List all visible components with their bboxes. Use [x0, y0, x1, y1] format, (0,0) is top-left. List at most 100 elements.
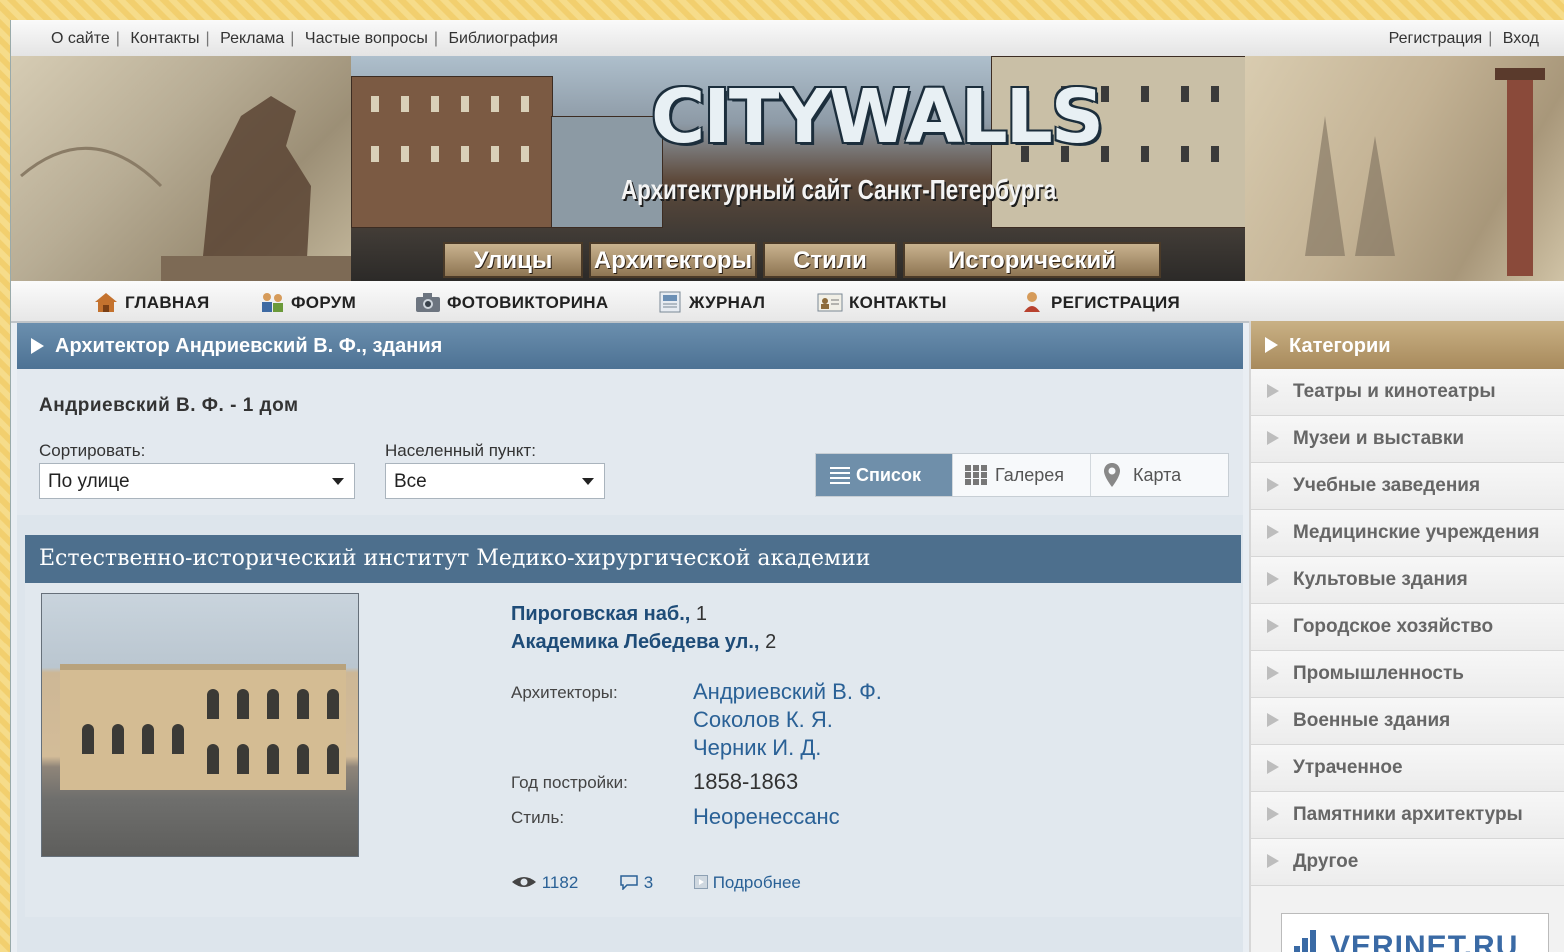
view-tab-map-label: Карта	[1133, 465, 1182, 485]
category-industry[interactable]: Промышленность	[1251, 651, 1564, 698]
building-title-bar: Естественно-исторический институт Медико…	[25, 535, 1241, 583]
categories-header: Категории	[1251, 321, 1564, 369]
browser-page: О сайте | Контакты | Реклама | Частые вопро…	[10, 20, 1564, 952]
nav-photo-quiz-label: ФОТОВИКТОРИНА	[447, 293, 609, 312]
link-register[interactable]: Регистрация	[1389, 30, 1483, 47]
nav-contacts-label: КОНТАКТЫ	[849, 293, 947, 312]
sort-select[interactable]: По улице	[39, 463, 355, 499]
person-icon	[1019, 291, 1045, 313]
link-bibliography[interactable]: Библиография	[448, 30, 557, 47]
category-municipal[interactable]: Городское хозяйство	[1251, 604, 1564, 651]
views-count: 1182	[541, 873, 579, 892]
site-banner: CITYWALLS Архитектурный сайт Санкт-Петер…	[11, 56, 1564, 281]
address-street-2: Академика Лебедева ул.,	[511, 631, 760, 653]
sort-label: Сортировать:	[39, 441, 146, 460]
main-content: Архитектор Андриевский В. Ф., здания Анд…	[17, 323, 1243, 952]
view-tab-map[interactable]: Карта	[1090, 454, 1228, 496]
triangle-right-icon	[1267, 384, 1279, 398]
home-icon	[93, 291, 119, 313]
verinet-banner-text: VERINET.RU	[1330, 930, 1519, 952]
categories-title: Категории	[1289, 335, 1391, 357]
architect-link-2[interactable]: Соколов К. Я.	[693, 707, 833, 733]
category-lost[interactable]: Утраченное	[1251, 745, 1564, 792]
nav-forum[interactable]: ФОРУМ	[259, 291, 356, 313]
triangle-right-icon	[1267, 478, 1279, 492]
category-other[interactable]: Другое	[1251, 839, 1564, 886]
journal-icon	[657, 291, 683, 313]
address-link-2[interactable]: Академика Лебедева ул., 2	[511, 631, 776, 654]
nav-forum-label: ФОРУМ	[291, 293, 357, 312]
category-religious[interactable]: Культовые здания	[1251, 557, 1564, 604]
category-label: Городское хозяйство	[1293, 616, 1494, 637]
category-label: Культовые здания	[1293, 569, 1468, 590]
triangle-right-icon	[31, 338, 44, 354]
more-link[interactable]: Подробнее	[693, 873, 819, 892]
nav-journal[interactable]: ЖУРНАЛ	[657, 291, 765, 313]
architect-link-1[interactable]: Андриевский В. Ф.	[693, 679, 882, 705]
style-label: Стиль:	[511, 808, 565, 827]
view-tab-list[interactable]: Список	[816, 454, 952, 496]
locality-select[interactable]: Все	[385, 463, 605, 499]
view-tab-list-label: Список	[856, 465, 921, 485]
building-meta: 1182 3 Подробнее	[511, 873, 837, 893]
category-theatres[interactable]: Театры и кинотеатры	[1251, 369, 1564, 416]
nav-home[interactable]: ГЛАВНАЯ	[93, 291, 210, 313]
page-title: Архитектор Андриевский В. Ф., здания	[55, 335, 443, 357]
views-stat: 1182	[511, 873, 601, 892]
categories-sidebar: Категории Театры и кинотеатры Музеи и вы…	[1249, 321, 1564, 952]
category-label: Военные здания	[1293, 710, 1451, 731]
filters-panel: Андриевский В. Ф. - 1 дом Сортировать: П…	[17, 369, 1243, 515]
link-contacts[interactable]: Контакты	[130, 30, 199, 47]
link-login[interactable]: Вход	[1503, 30, 1539, 47]
building-photo[interactable]	[41, 593, 359, 857]
banner-nav-styles[interactable]: Стили	[763, 242, 897, 278]
link-about[interactable]: О сайте	[51, 30, 110, 47]
nav-registration-label: РЕГИСТРАЦИЯ	[1051, 293, 1181, 312]
nav-contacts[interactable]: КОНТАКТЫ	[817, 291, 947, 313]
building-count: Андриевский В. Ф. - 1 дом	[39, 395, 299, 416]
banner-nav-historical-period[interactable]: Исторический период	[903, 242, 1161, 278]
link-faq[interactable]: Частые вопросы	[305, 30, 428, 47]
site-tagline: Архитектурный сайт Санкт-Петербурга	[621, 174, 1057, 205]
verinet-banner[interactable]: VERINET.RU	[1281, 913, 1549, 952]
style-link[interactable]: Неоренессанс	[693, 804, 840, 830]
category-monuments[interactable]: Памятники архитектуры	[1251, 792, 1564, 839]
banner-nav-streets[interactable]: Улицы	[443, 242, 583, 278]
sort-value: По улице	[48, 471, 130, 492]
architect-link-3[interactable]: Черник И. Д.	[693, 735, 821, 761]
category-museums[interactable]: Музеи и выставки	[1251, 416, 1564, 463]
nav-journal-label: ЖУРНАЛ	[689, 293, 766, 312]
banner-rostral-column-image	[1245, 56, 1564, 281]
triangle-right-icon	[1267, 431, 1279, 445]
category-military[interactable]: Военные здания	[1251, 698, 1564, 745]
bars-logo-icon	[1294, 930, 1318, 952]
comments-stat[interactable]: 3	[619, 873, 676, 892]
nav-home-label: ГЛАВНАЯ	[125, 293, 210, 312]
category-label: Утраченное	[1293, 757, 1403, 778]
triangle-right-icon	[1267, 807, 1279, 821]
link-advertising[interactable]: Реклама	[220, 30, 284, 47]
view-tab-gallery[interactable]: Галерея	[952, 454, 1090, 496]
year-value: 1858-1863	[693, 769, 799, 794]
architects-label: Архитекторы:	[511, 683, 618, 702]
triangle-right-icon	[1267, 525, 1279, 539]
view-switcher: Список Галерея Карта	[815, 453, 1229, 497]
grid-icon	[965, 465, 987, 490]
camera-icon	[415, 291, 441, 313]
nav-registration[interactable]: РЕГИСТРАЦИЯ	[1019, 291, 1180, 313]
comment-icon	[620, 875, 638, 891]
address-link-1[interactable]: Пироговская наб., 1	[511, 603, 707, 626]
category-label: Промышленность	[1293, 663, 1464, 684]
site-logo[interactable]: CITYWALLS	[651, 74, 1104, 160]
content-title-bar: Архитектор Андриевский В. Ф., здания	[17, 323, 1243, 369]
banner-nav-architects[interactable]: Архитекторы	[589, 242, 757, 278]
building-title[interactable]: Естественно-исторический институт Медико…	[39, 546, 870, 571]
category-medical[interactable]: Медицинские учреждения	[1251, 510, 1564, 557]
triangle-right-icon	[1267, 666, 1279, 680]
chevron-down-icon	[332, 478, 344, 485]
category-label: Памятники архитектуры	[1293, 804, 1523, 825]
locality-value: Все	[394, 471, 427, 492]
nav-photo-quiz[interactable]: ФОТОВИКТОРИНА	[415, 291, 608, 313]
view-tab-gallery-label: Галерея	[995, 465, 1065, 485]
category-education[interactable]: Учебные заведения	[1251, 463, 1564, 510]
